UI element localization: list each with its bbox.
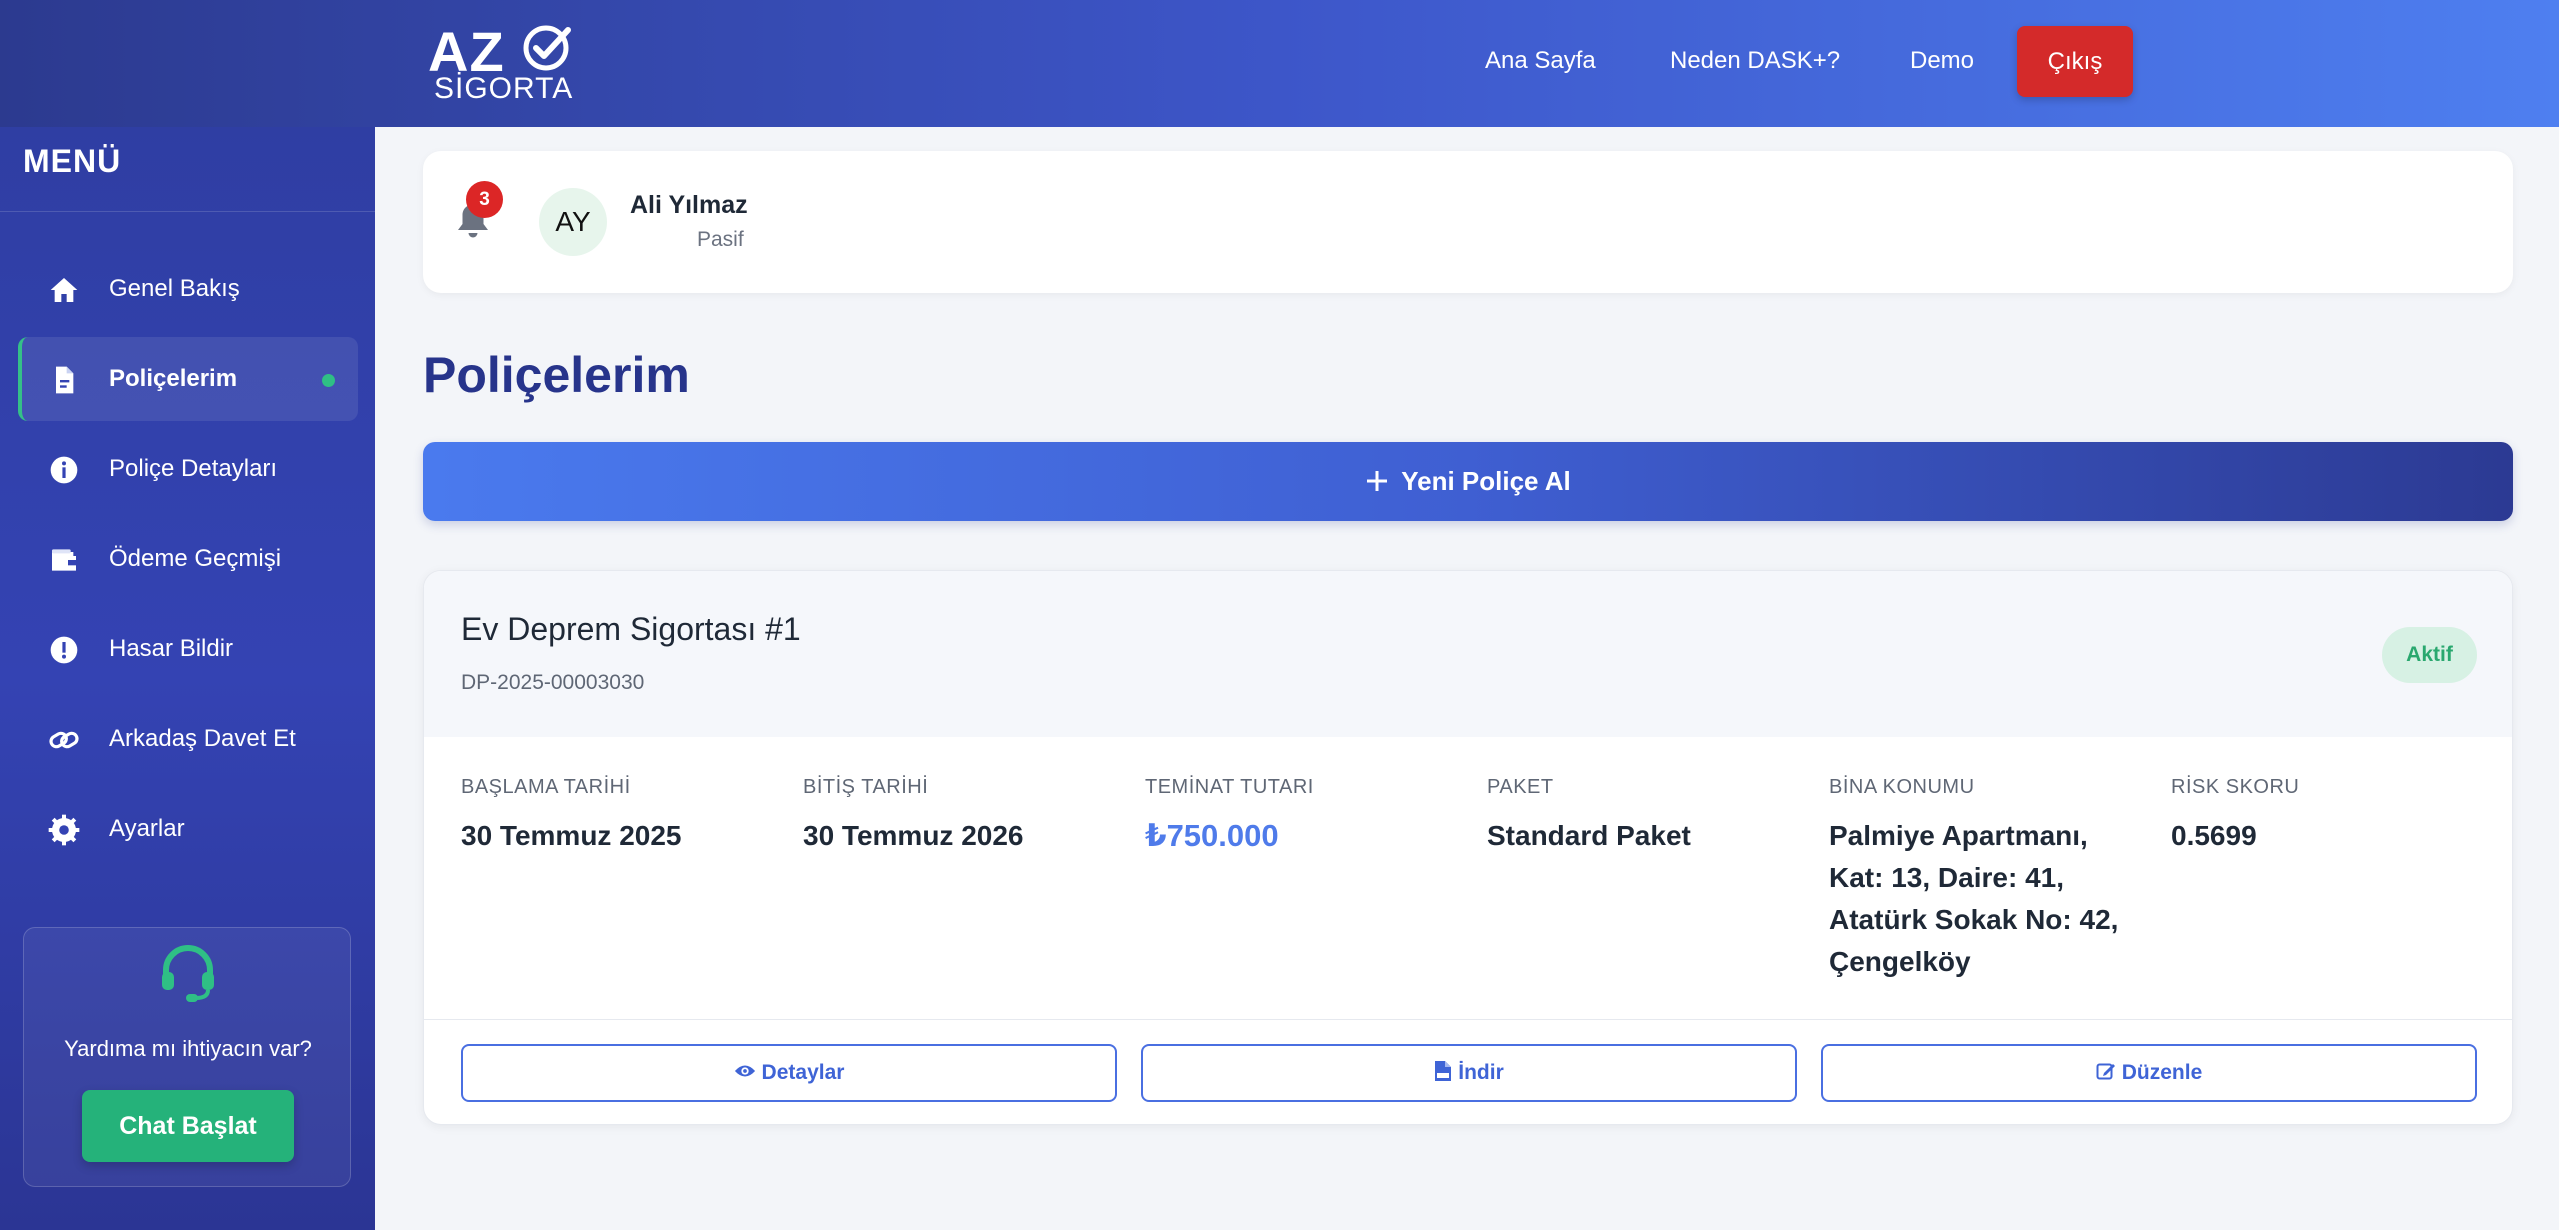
menu-divider [0, 211, 375, 212]
end-date-value: 30 Temmuz 2026 [803, 820, 1024, 851]
details-button-label: Detaylar [761, 1061, 845, 1084]
logout-button[interactable]: Çıkış [2017, 26, 2133, 97]
logo-text-bottom: SİGORTA [434, 72, 574, 105]
new-policy-button-content: Yeni Poliçe Al [423, 442, 2513, 521]
start-date-value: 30 Temmuz 2025 [461, 820, 682, 851]
profile-card: 3 AY Ali Yılmaz Pasif [423, 151, 2513, 293]
status-badge: Aktif [2382, 627, 2477, 683]
az-sigorta-logo[interactable]: AZ SİGORTA [428, 22, 578, 106]
risk-score-label: RİSK SKORU [2171, 776, 2300, 798]
start-date-label: BAŞLAMA TARİHİ [461, 776, 631, 798]
sidebar-item-label: Poliçe Detayları [109, 455, 278, 482]
check-circle-icon [523, 25, 571, 71]
policy-name: Ev Deprem Sigortası #1 [461, 611, 801, 647]
coverage-value: ₺750.000 [1145, 818, 1279, 853]
edit-button[interactable]: Düzenle [1821, 1044, 2477, 1102]
coverage-label: TEMİNAT TUTARI [1145, 776, 1314, 798]
nav-home-link[interactable]: Ana Sayfa [1485, 41, 1596, 81]
alert-icon [50, 636, 78, 664]
page-title: Poliçelerim [423, 347, 690, 403]
edit-button-label: Düzenle [2121, 1061, 2203, 1084]
sidebar-item-policies[interactable]: Poliçelerim [18, 337, 358, 421]
eye-icon [734, 1065, 755, 1077]
card-footer-divider [424, 1019, 2512, 1020]
sidebar-item-label: Hasar Bildir [109, 635, 234, 662]
policy-card-header: Ev Deprem Sigortası #1 DP-2025-00003030 … [424, 571, 2512, 737]
policy-number: DP-2025-00003030 [461, 671, 645, 694]
building-location-label: BİNA KONUMU [1829, 776, 1975, 798]
building-location-value: Palmiye Apartmanı, Kat: 13, Daire: 41, A… [1829, 820, 2119, 977]
sidebar-item-payment-history[interactable]: Ödeme Geçmişi [18, 517, 358, 601]
info-icon [50, 456, 78, 484]
risk-score-value: 0.5699 [2171, 820, 2257, 851]
gear-icon [48, 814, 80, 846]
plus-icon [1367, 471, 1388, 492]
sidebar-item-label: Ayarlar [109, 815, 185, 842]
sidebar-item-policy-details[interactable]: Poliçe Detayları [18, 427, 358, 511]
nav-why-link[interactable]: Neden DASK+? [1670, 41, 1840, 81]
help-text: Yardıma mı ihtiyacın var? [64, 1036, 312, 1061]
menu-title: MENÜ [23, 143, 122, 179]
home-icon [50, 278, 78, 302]
package-label: PAKET [1487, 776, 1554, 798]
user-name: Ali Yılmaz [630, 191, 748, 219]
notification-badge: 3 [466, 181, 503, 218]
policy-card: Ev Deprem Sigortası #1 DP-2025-00003030 … [423, 570, 2513, 1125]
sidebar: MENÜ Genel Bakış Poliçelerim Poliçe Deta… [0, 127, 375, 1230]
new-policy-button[interactable]: Yeni Poliçe Al [423, 442, 2513, 521]
sidebar-item-claim[interactable]: Hasar Bildir [18, 607, 358, 691]
pdf-file-icon [1435, 1061, 1452, 1082]
top-navbar: AZ SİGORTA Ana Sayfa Neden DASK+? Demo Ç… [0, 0, 2559, 127]
download-button[interactable]: İndir [1141, 1044, 1797, 1102]
avatar[interactable]: AY [539, 188, 607, 256]
sidebar-item-label: Arkadaş Davet Et [109, 725, 296, 752]
sidebar-item-overview[interactable]: Genel Bakış [18, 247, 358, 331]
download-button-label: İndir [1458, 1061, 1504, 1084]
new-policy-button-label: Yeni Poliçe Al [1401, 466, 1571, 496]
link-icon [49, 731, 79, 749]
headset-icon [162, 945, 214, 1002]
wallet-icon [52, 549, 76, 571]
active-indicator-dot [322, 374, 335, 387]
edit-icon [2096, 1063, 2115, 1080]
sidebar-item-label: Ödeme Geçmişi [109, 545, 282, 572]
details-button[interactable]: Detaylar [461, 1044, 1117, 1102]
user-status: Pasif [697, 228, 744, 251]
start-chat-button[interactable]: Chat Başlat [82, 1090, 294, 1162]
end-date-label: BİTİŞ TARİHİ [803, 776, 929, 798]
sidebar-item-label: Genel Bakış [109, 275, 240, 302]
document-icon [56, 366, 74, 394]
nav-demo-link[interactable]: Demo [1910, 41, 1974, 81]
package-value: Standard Paket [1487, 820, 1691, 851]
help-box: Yardıma mı ihtiyacın var? Chat Başlat [23, 927, 351, 1187]
sidebar-item-settings[interactable]: Ayarlar [18, 787, 358, 871]
sidebar-item-label: Poliçelerim [109, 365, 238, 392]
sidebar-item-invite[interactable]: Arkadaş Davet Et [18, 697, 358, 781]
